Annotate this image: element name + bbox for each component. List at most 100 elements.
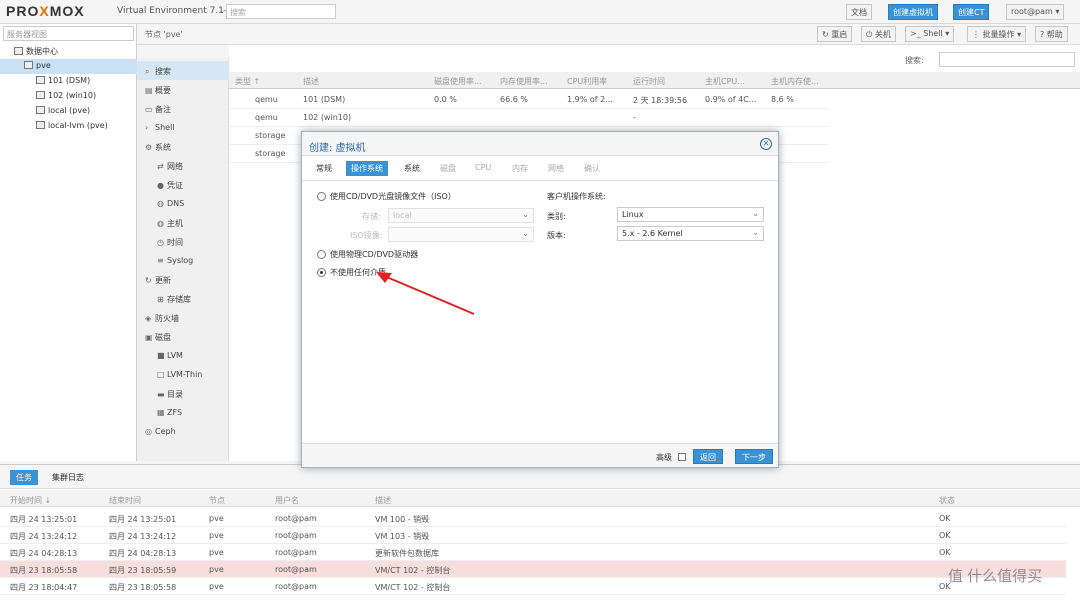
col-desc[interactable]: 描述 (375, 495, 391, 506)
iso-select[interactable]: ⌄ (388, 227, 534, 242)
proxmox-logo: PROXMOX (6, 3, 85, 19)
col-host-mem[interactable]: 主机内存使... (771, 76, 819, 87)
version-label: 版本: (547, 231, 566, 240)
reboot-button[interactable]: ↻ 重启 (817, 26, 853, 42)
col-disk-usage[interactable]: 磁盘使用率... (434, 76, 482, 87)
col-description[interactable]: 描述 (303, 76, 319, 87)
radio-no-media[interactable] (317, 268, 326, 277)
search-icon: ⌕ (145, 67, 150, 76)
nav-disks[interactable]: ▣ 磁盘 (137, 327, 229, 346)
col-end-time[interactable]: 结束时间 (109, 495, 141, 506)
nav-lvm-thin[interactable]: □ LVM-Thin (137, 365, 229, 384)
col-mem-usage[interactable]: 内存使用率... (500, 76, 548, 87)
col-node[interactable]: 节点 (209, 495, 225, 506)
shell-button[interactable]: >_ Shell ▾ (905, 26, 955, 42)
tree-item-vm-101[interactable]: 101 (DSM) (0, 74, 137, 89)
back-button[interactable]: 返回 (693, 449, 723, 464)
create-ct-button[interactable]: 创建CT (953, 4, 990, 20)
col-start-time[interactable]: 开始时间 ↓ (10, 495, 51, 506)
user-menu-button[interactable]: root@pam ▾ (1006, 4, 1065, 20)
guest-os-title: 客户机操作系统: (547, 192, 606, 201)
nav-lvm[interactable]: ■ LVM (137, 346, 229, 365)
nav-directory[interactable]: ▬ 目录 (137, 384, 229, 403)
storage-select[interactable]: local ⌄ (388, 208, 534, 223)
ceph-icon: ◎ (145, 427, 152, 436)
nav-updates[interactable]: ↻ 更新 (137, 270, 229, 289)
col-status[interactable]: 状态 (939, 495, 955, 506)
advanced-checkbox[interactable] (678, 453, 686, 461)
watermark: 值 什么值得买 (948, 568, 1043, 585)
search-input[interactable] (939, 52, 1075, 67)
col-uptime[interactable]: 运行时间 (633, 76, 665, 87)
create-vm-button[interactable]: 创建虚拟机 (888, 4, 938, 20)
col-cpu[interactable]: CPU利用率 (567, 76, 607, 87)
shield-icon: ◈ (145, 314, 152, 323)
dialog-title: 创建: 虚拟机 (309, 143, 366, 154)
tab-disks[interactable]: 磁盘 (435, 161, 461, 176)
col-type[interactable]: 类型 ↑ (235, 76, 260, 87)
tree-item-storage-local-lvm[interactable]: local-lvm (pve) (0, 119, 137, 134)
dialog-header: 创建: 虚拟机 ✕ (302, 132, 778, 156)
shutdown-button[interactable]: ⏻ 关机 (861, 26, 896, 42)
os-type-select[interactable]: Linux ⌄ (617, 207, 764, 222)
log-row[interactable]: 四月 23 18:05:58 四月 23 18:05:59 pve root@pam V… (0, 561, 1066, 578)
nav-repositories[interactable]: ⊞ 存储库 (137, 289, 229, 308)
storage-icon (36, 121, 45, 129)
nav-dns[interactable]: ◍ DNS (137, 194, 229, 213)
vm-running-icon (36, 76, 45, 84)
tab-cluster-log[interactable]: 集群日志 (46, 470, 90, 485)
nav-zfs[interactable]: ▦ ZFS (137, 403, 229, 422)
resource-tree: 服务器视图 数据中心 pve 101 (DSM) 102 (win10) loc… (0, 24, 137, 461)
log-tabs: 任务 集群日志 (0, 465, 1080, 489)
nav-ceph[interactable]: ◎ Ceph (137, 422, 229, 441)
radio-iso[interactable] (317, 192, 326, 201)
tab-cpu[interactable]: CPU (470, 161, 496, 176)
tree-item-pve[interactable]: pve (0, 59, 137, 74)
next-button[interactable]: 下一步 (735, 449, 773, 464)
page-title: 节点 'pve' (145, 30, 183, 39)
tree-item-vm-102[interactable]: 102 (win10) (0, 89, 137, 104)
os-version-select[interactable]: 5.x - 2.6 Kernel ⌄ (617, 226, 764, 241)
nav-time[interactable]: ◷ 时间 (137, 232, 229, 251)
nav-system[interactable]: ⚙ 系统 (137, 137, 229, 156)
tab-system[interactable]: 系统 (399, 161, 425, 176)
tab-tasks[interactable]: 任务 (10, 470, 38, 485)
datacenter-icon (14, 47, 23, 55)
tab-memory[interactable]: 内存 (507, 161, 533, 176)
advanced-label: 高级 (656, 453, 672, 462)
log-row[interactable]: 四月 24 13:25:01 四月 24 13:25:01 pve root@pam V… (0, 510, 1066, 527)
tab-network[interactable]: 网络 (543, 161, 569, 176)
nav-certificates[interactable]: ● 凭证 (137, 175, 229, 194)
refresh-icon: ↻ (145, 276, 152, 285)
bulk-actions-button[interactable]: ⋮ 批量操作 ▾ (967, 26, 1027, 42)
col-host-cpu[interactable]: 主机CPU... (705, 76, 745, 87)
docs-button[interactable]: 文档 (846, 4, 872, 20)
col-user[interactable]: 用户名 (275, 495, 299, 506)
grid-row[interactable]: qemu 102 (win10) - (229, 109, 829, 127)
log-row[interactable]: 四月 23 18:04:47 四月 23 18:05:58 pve root@pam V… (0, 578, 1066, 595)
close-icon[interactable]: ✕ (760, 138, 772, 150)
tab-general[interactable]: 常规 (311, 161, 337, 176)
nav-notes[interactable]: ▭ 备注 (137, 99, 229, 118)
help-button[interactable]: ? 帮助 (1035, 26, 1068, 42)
nav-summary[interactable]: ▤ 概要 (137, 80, 229, 99)
grid-row[interactable]: qemu 101 (DSM) 0.0 % 66.6 % 1.9% of 2...… (229, 91, 829, 109)
tab-confirm[interactable]: 确认 (579, 161, 605, 176)
nav-search[interactable]: ⌕ 搜索 (137, 61, 229, 80)
network-icon: ⇄ (157, 162, 164, 171)
log-row[interactable]: 四月 24 13:24:12 四月 24 13:24:12 pve root@pam V… (0, 527, 1066, 544)
nav-hosts[interactable]: ◍ 主机 (137, 213, 229, 232)
tree-item-datacenter[interactable]: 数据中心 (0, 44, 137, 59)
nav-network[interactable]: ⇄ 网络 (137, 156, 229, 175)
log-row[interactable]: 四月 24 04:28:13 四月 24 04:28:13 pve root@pam 更… (0, 544, 1066, 561)
view-selector[interactable]: 服务器视图 (3, 26, 134, 41)
radio-physical[interactable] (317, 250, 326, 259)
nav-firewall[interactable]: ◈ 防火墙 (137, 308, 229, 327)
nav-syslog[interactable]: ≡ Syslog (137, 251, 229, 270)
tab-os[interactable]: 操作系统 (346, 161, 388, 176)
globe-icon: ◍ (157, 199, 164, 208)
tree-item-storage-local[interactable]: local (pve) (0, 104, 137, 119)
chevron-down-icon: ⌄ (522, 229, 529, 238)
global-search-input[interactable]: 搜索 (226, 4, 336, 19)
nav-shell[interactable]: › Shell (137, 118, 229, 137)
